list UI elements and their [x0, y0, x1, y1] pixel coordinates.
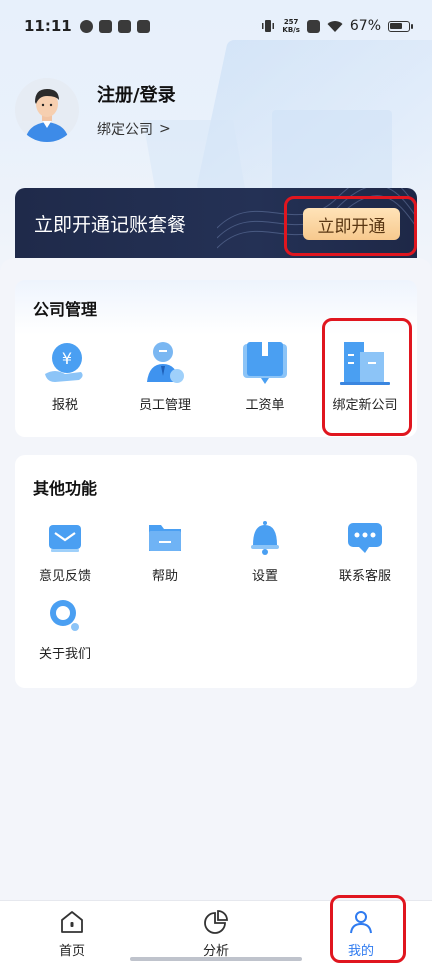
grid-item-customer-service[interactable]: 联系客服	[315, 517, 415, 584]
grid-item-label: 员工管理	[138, 398, 191, 413]
section-title: 公司管理	[33, 300, 98, 319]
grid-item-label: 关于我们	[38, 647, 91, 662]
chevron-right-icon: >	[159, 121, 171, 137]
pie-chart-icon	[204, 910, 228, 934]
status-bar: 11:11 257 KB/s 67%	[0, 0, 432, 52]
grid-item-settings[interactable]: 设置	[215, 517, 315, 584]
nav-label: 首页	[58, 944, 85, 959]
bind-company-label: 绑定公司	[97, 122, 153, 138]
nav-tab-mine[interactable]: 我的	[316, 909, 406, 959]
profile-header[interactable]: 注册/登录 绑定公司 >	[15, 78, 176, 142]
grid-item-tax[interactable]: ¥ 报税	[15, 338, 115, 413]
grid-item-label: 报税	[51, 398, 78, 413]
home-icon	[61, 911, 83, 933]
other-functions-card: 其他功能 意见反馈 帮助 设置 联系客服 关于我们	[15, 455, 417, 688]
nav-tab-analysis[interactable]: 分析	[171, 909, 261, 959]
grid-item-about-us[interactable]: 关于我们	[15, 595, 115, 662]
settings-bell-icon	[251, 521, 279, 555]
notification-play-icon	[98, 19, 112, 33]
avatar-person-icon	[15, 78, 79, 142]
grid-item-label: 工资单	[245, 398, 285, 413]
battery-icon	[388, 20, 413, 32]
grid-item-help[interactable]: 帮助	[115, 517, 215, 584]
nav-label: 我的	[347, 944, 374, 959]
status-time: 11:11	[24, 17, 72, 35]
net-speed: 257 KB/s	[282, 18, 300, 34]
grid-item-employee[interactable]: 员工管理	[115, 338, 215, 413]
notification-check-icon	[79, 19, 93, 33]
grid-item-label: 绑定新公司	[332, 398, 398, 413]
sim-icon	[306, 19, 320, 33]
avatar[interactable]	[15, 78, 79, 142]
grid-item-label: 联系客服	[338, 569, 391, 584]
building-icon	[340, 342, 390, 385]
login-register-title[interactable]: 注册/登录	[97, 81, 176, 107]
grid-item-label: 意见反馈	[38, 569, 91, 584]
home-indicator-bar	[130, 957, 302, 961]
grid-item-bind-new-company[interactable]: 绑定新公司	[315, 338, 415, 413]
notification-mail-icon	[136, 19, 150, 33]
vip-banner-text: 立即开通记账套餐	[34, 214, 187, 236]
notification-app-icon	[117, 19, 131, 33]
grid-item-label: 帮助	[151, 569, 178, 584]
payslip-book-icon	[243, 342, 287, 384]
vibrate-icon	[262, 20, 275, 32]
about-search-icon	[50, 600, 79, 631]
bottom-navigation: 首页 分析 我的	[0, 900, 432, 964]
nav-tab-home[interactable]: 首页	[27, 909, 117, 959]
tax-coin-icon: ¥	[45, 343, 83, 382]
user-icon	[350, 911, 372, 934]
feedback-mail-icon	[49, 525, 81, 552]
bind-company-link[interactable]: 绑定公司 >	[97, 119, 176, 139]
grid-item-payslip[interactable]: 工资单	[215, 338, 315, 413]
battery-percent: 67%	[349, 18, 381, 34]
company-management-card: 公司管理 ¥ 报税 员工管理 工资单 绑定新公司	[15, 280, 417, 437]
grid-item-feedback[interactable]: 意见反馈	[15, 517, 115, 584]
section-title: 其他功能	[33, 479, 98, 498]
svg-text:¥: ¥	[62, 349, 72, 368]
employee-icon	[147, 342, 184, 383]
help-folder-icon	[149, 525, 181, 551]
open-now-button[interactable]: 立即开通	[303, 208, 400, 240]
grid-item-label: 设置	[251, 569, 278, 584]
customer-service-chat-icon	[348, 523, 382, 553]
wifi-icon	[327, 20, 343, 32]
